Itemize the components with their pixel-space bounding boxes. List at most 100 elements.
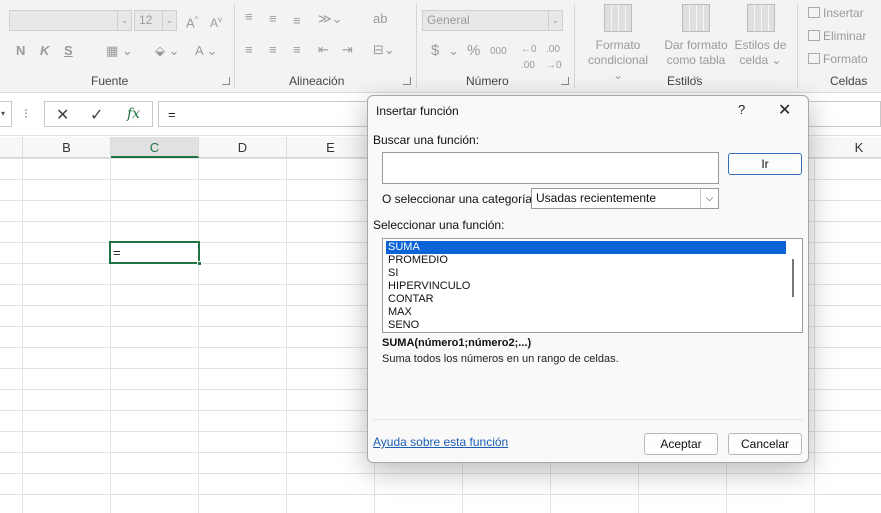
cell-styles-button[interactable]: Estilos de celda ⌄ (733, 4, 788, 68)
search-label: Buscar una función: (373, 133, 480, 147)
fill-color-icon[interactable]: ⬙ ⌄ (155, 43, 180, 59)
go-button[interactable]: Ir (728, 153, 802, 175)
dialog-title: Insertar función (376, 104, 459, 118)
wrap-text-icon[interactable]: ab (373, 11, 387, 27)
cell-styles-label-2: celda ⌄ (739, 53, 782, 67)
chevron-down-icon: ⌄ (117, 11, 131, 30)
table-format-label-1: Dar formato (664, 38, 728, 52)
decrease-decimal-icon[interactable]: .00 →0 (546, 42, 562, 74)
number-format-combo[interactable]: General ⌄ (422, 10, 563, 31)
italic-button[interactable]: K (40, 43, 49, 59)
column-header-e[interactable]: E (287, 137, 375, 158)
list-scrollbar[interactable] (792, 259, 794, 297)
group-label-fuente: Fuente (91, 74, 129, 88)
conditional-format-label-1: Formato (595, 38, 641, 52)
align-top-icon[interactable]: ≡ (245, 9, 253, 25)
column-header-a[interactable] (0, 137, 23, 158)
function-item-promedio[interactable]: PROMEDIO (386, 254, 786, 267)
cancel-formula-button[interactable]: ✕ (56, 105, 69, 125)
delete-icon (808, 30, 820, 41)
group-separator (574, 4, 575, 88)
chevron-down-icon: ⌄ (548, 11, 562, 30)
function-description: Suma todos los números en un rango de ce… (382, 353, 619, 365)
increase-font-icon[interactable]: A^ (186, 12, 198, 31)
alineacion-launcher-icon[interactable] (403, 77, 411, 85)
group-label-alineacion: Alineación (289, 74, 345, 88)
borders-icon[interactable]: ▦ ⌄ (106, 43, 133, 59)
gridline (22, 158, 23, 513)
chevron-down-icon: ⌵ (700, 189, 718, 208)
close-button[interactable]: ✕ (778, 100, 791, 120)
decrease-indent-icon[interactable]: ⇤ (318, 42, 329, 58)
function-item-seno[interactable]: SENO (386, 319, 786, 332)
delete-cells-button[interactable]: Eliminar (808, 29, 866, 43)
align-bottom-icon[interactable]: ≡ (293, 13, 301, 29)
thousands-button[interactable]: 000 (490, 44, 507, 60)
merge-center-icon[interactable]: ⊟⌄ (373, 42, 395, 58)
help-button[interactable]: ? (738, 102, 745, 117)
function-list-label: Seleccionar una función: (373, 218, 505, 232)
help-link[interactable]: Ayuda sobre esta función (373, 435, 508, 449)
insert-function-button[interactable]: fx (127, 106, 140, 122)
align-left-icon[interactable]: ≡ (245, 42, 253, 58)
cell-styles-label-1: Estilos de (734, 38, 787, 52)
search-input[interactable] (382, 152, 719, 184)
category-label: O seleccionar una categoría: (382, 192, 536, 206)
numero-launcher-icon[interactable] (561, 77, 569, 85)
cancel-button[interactable]: Cancelar (728, 433, 802, 455)
column-header-k[interactable]: K (815, 137, 881, 158)
function-item-si[interactable]: SI (386, 267, 786, 280)
column-header-d[interactable]: D (199, 137, 287, 158)
active-cell-value: = (113, 245, 121, 260)
insert-cells-button[interactable]: Insertar (808, 6, 864, 20)
group-label-celdas: Celdas (830, 74, 868, 88)
percent-button[interactable]: % (467, 43, 480, 59)
conditional-format-icon (604, 4, 632, 32)
group-separator (234, 4, 235, 88)
column-header-b[interactable]: B (23, 137, 111, 158)
increase-decimal-icon[interactable]: ←0.00 (521, 42, 537, 74)
conditional-format-label-2: condicional ⌄ (587, 53, 649, 82)
orientation-icon[interactable]: ≫⌄ (318, 11, 343, 27)
category-select[interactable]: Usadas recientemente ⌵ (531, 188, 719, 209)
currency-button[interactable]: $ (431, 43, 439, 59)
formula-buttons: ✕ ✓ fx (44, 101, 153, 127)
group-separator (416, 4, 417, 88)
function-item-max[interactable]: MAX (386, 306, 786, 319)
category-value: Usadas recientemente (536, 191, 657, 205)
format-icon (808, 53, 820, 64)
increase-indent-icon[interactable]: ⇥ (342, 42, 353, 58)
function-item-hipervinculo[interactable]: HIPERVINCULO (386, 280, 786, 293)
table-format-button[interactable]: Dar formato como tabla ⌄ (660, 4, 732, 83)
column-header-c[interactable]: C (111, 137, 199, 158)
align-middle-icon[interactable]: ≡ (269, 11, 277, 27)
font-color-icon[interactable]: A ⌄ (195, 43, 217, 59)
font-size-combo[interactable]: 12 ⌄ (134, 10, 177, 31)
function-signature: SUMA(número1;número2;...) (382, 337, 532, 349)
align-center-icon[interactable]: ≡ (269, 42, 277, 58)
fuente-launcher-icon[interactable] (222, 77, 230, 85)
ribbon: ⌄ 12 ⌄ A^ Av N K S ▦ ⌄ ⬙ ⌄ A ⌄ Fuente ≡ ≡… (0, 0, 881, 93)
font-name-combo[interactable]: ⌄ (9, 10, 132, 31)
function-item-contar[interactable]: CONTAR (386, 293, 786, 306)
underline-button[interactable]: S (64, 43, 73, 59)
ok-button[interactable]: Aceptar (644, 433, 718, 455)
align-right-icon[interactable]: ≡ (293, 42, 301, 58)
group-separator (797, 4, 798, 88)
name-box[interactable]: ▾ (0, 101, 12, 127)
chevron-down-icon[interactable]: ⌄ (448, 43, 459, 59)
more-options-icon[interactable]: ⁝ (24, 106, 28, 122)
table-format-icon (682, 4, 710, 32)
format-cells-button[interactable]: Formato (808, 52, 868, 66)
enter-formula-button[interactable]: ✓ (90, 105, 103, 125)
function-list[interactable]: SUMA PROMEDIO SI HIPERVINCULO CONTAR MAX… (382, 238, 803, 333)
conditional-format-button[interactable]: Formato condicional ⌄ (583, 4, 653, 83)
dialog-divider (373, 419, 803, 420)
number-format-value: General (427, 13, 470, 27)
decrease-font-icon[interactable]: Av (210, 12, 222, 31)
chevron-down-icon: ▾ (1, 109, 6, 118)
active-cell[interactable]: = (109, 241, 202, 266)
fill-handle[interactable] (197, 261, 202, 266)
function-item-suma[interactable]: SUMA (386, 241, 786, 254)
bold-button[interactable]: N (16, 43, 25, 59)
